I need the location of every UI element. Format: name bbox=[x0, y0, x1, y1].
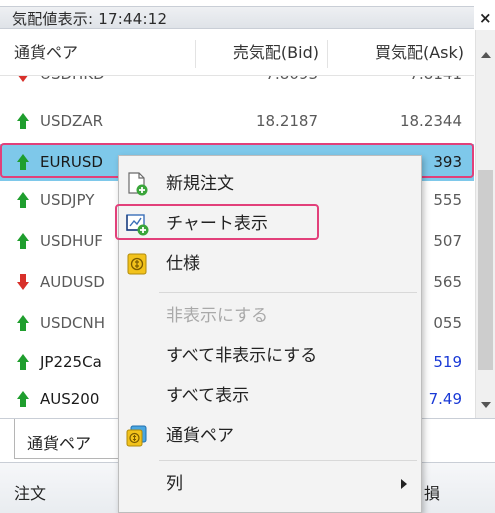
menu-label: 非表示にする bbox=[166, 306, 269, 326]
symbol-name: AUDUSD bbox=[40, 273, 105, 291]
symbol-name: USDHUF bbox=[40, 232, 103, 250]
symbol-name: USDHKD bbox=[40, 76, 105, 93]
symbol-name: USDZAR bbox=[40, 112, 104, 130]
menu-item-currency-pairs[interactable]: 通貨ペア bbox=[119, 416, 421, 456]
menu-item-specification[interactable]: 仕様 bbox=[119, 244, 421, 284]
price-up-icon bbox=[17, 233, 29, 249]
menu-label: 列 bbox=[166, 474, 183, 494]
price-up-icon bbox=[17, 391, 29, 407]
market-watch-window: 気配値表示: 17:44:12 × 通貨ペア 売気配(Bid) 買気配(Ask)… bbox=[0, 0, 495, 513]
table-row[interactable]: USDZAR 18.2187 18.2344 bbox=[0, 103, 474, 140]
menu-separator bbox=[159, 292, 417, 293]
currency-pairs-icon bbox=[126, 425, 147, 447]
submenu-arrow-icon bbox=[401, 479, 407, 489]
window-title: 気配値表示: 17:44:12 bbox=[12, 10, 168, 28]
chart-window-icon bbox=[126, 214, 149, 236]
menu-label: 仕様 bbox=[166, 254, 200, 274]
symbol-name: EURUSD bbox=[40, 153, 103, 171]
price-down-icon bbox=[17, 274, 29, 290]
column-header-ask[interactable]: 買気配(Ask) bbox=[330, 30, 464, 76]
profit-column-label: 損 bbox=[424, 484, 441, 503]
specification-icon bbox=[127, 253, 147, 275]
context-menu: 新規注文 チャート表示 仕様 非表示にする すべて非表示にする すべて表示 通貨… bbox=[118, 155, 422, 513]
price-up-icon bbox=[17, 315, 29, 331]
price-up-icon bbox=[17, 154, 29, 170]
menu-item-new-order[interactable]: 新規注文 bbox=[119, 164, 421, 204]
menu-item-columns[interactable]: 列 bbox=[119, 464, 421, 504]
ask-price: 18.2344 bbox=[399, 112, 462, 130]
symbol-name: USDJPY bbox=[40, 191, 95, 209]
price-up-icon bbox=[17, 192, 29, 208]
vertical-scrollbar[interactable] bbox=[475, 30, 495, 418]
menu-item-hide: 非表示にする bbox=[119, 296, 421, 336]
column-separator bbox=[195, 40, 196, 68]
menu-label: 通貨ペア bbox=[166, 426, 234, 446]
scroll-down-icon[interactable] bbox=[481, 402, 491, 408]
ask-price: 7.8141 bbox=[330, 76, 463, 93]
table-row[interactable]: USDHKD 7.8093 7.8141 bbox=[0, 76, 474, 93]
new-order-icon bbox=[128, 172, 148, 196]
table-header: 通貨ペア 売気配(Bid) 買気配(Ask) bbox=[0, 30, 474, 76]
menu-item-chart-window[interactable]: チャート表示 bbox=[119, 204, 421, 244]
menu-label: 新規注文 bbox=[166, 174, 234, 194]
column-header-pair[interactable]: 通貨ペア bbox=[14, 30, 194, 76]
close-icon[interactable]: × bbox=[479, 9, 492, 27]
menu-item-hide-all[interactable]: すべて非表示にする bbox=[119, 336, 421, 376]
tab-label: 通貨ペア bbox=[27, 434, 92, 453]
scroll-up-icon[interactable] bbox=[481, 52, 491, 58]
price-up-icon bbox=[17, 113, 29, 129]
menu-label: すべて非表示にする bbox=[166, 346, 318, 366]
symbol-name: JP225Ca bbox=[40, 353, 102, 371]
bid-price: 7.8093 bbox=[200, 76, 319, 93]
scroll-thumb[interactable] bbox=[478, 170, 493, 370]
menu-item-show-all[interactable]: すべて表示 bbox=[119, 376, 421, 416]
menu-label: チャート表示 bbox=[166, 214, 268, 234]
column-separator bbox=[327, 40, 328, 68]
price-down-icon bbox=[18, 76, 28, 82]
symbol-name: AUS200 bbox=[40, 390, 100, 408]
orders-column-label: 注文 bbox=[14, 484, 47, 503]
menu-label: すべて表示 bbox=[166, 386, 250, 406]
column-header-bid[interactable]: 売気配(Bid) bbox=[199, 30, 319, 76]
symbol-name: USDCNH bbox=[40, 314, 106, 332]
menu-separator bbox=[159, 460, 417, 461]
price-up-icon bbox=[17, 354, 29, 370]
bid-price: 18.2187 bbox=[255, 112, 318, 130]
title-bar: 気配値表示: 17:44:12 × bbox=[0, 0, 495, 29]
